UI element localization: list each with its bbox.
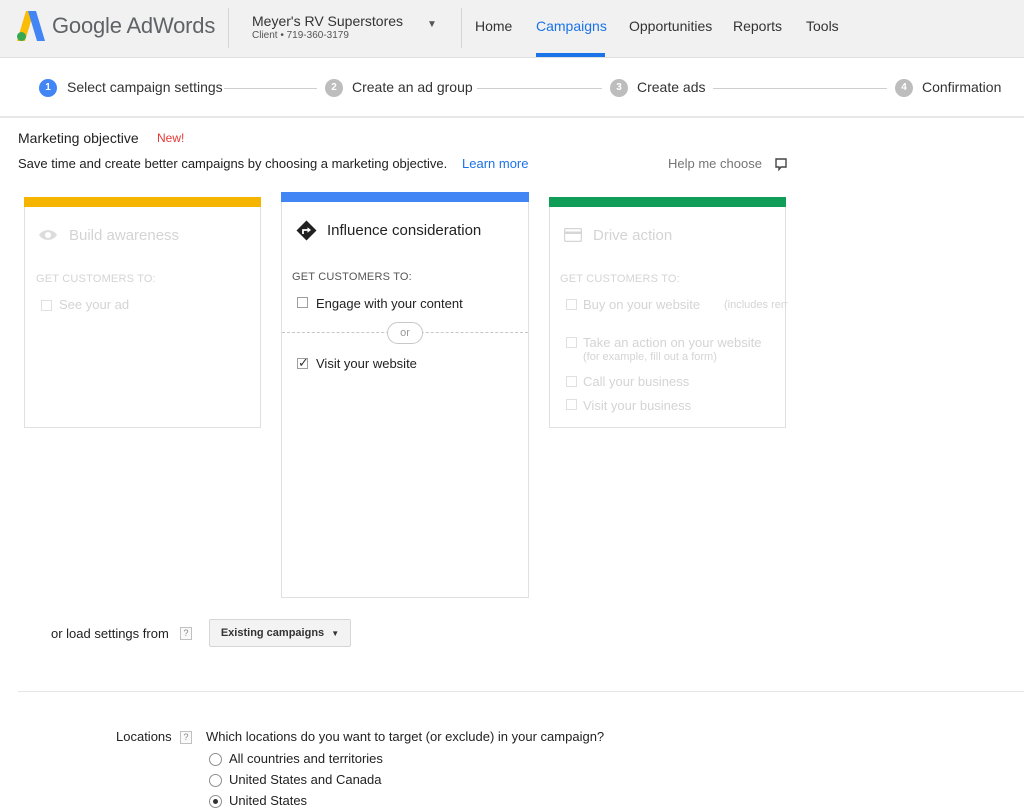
help-icon[interactable]: ?: [180, 627, 192, 640]
card-subtitle: GET CUSTOMERS TO:: [292, 271, 412, 283]
new-badge: New!: [157, 131, 185, 145]
card-color-bar: [549, 197, 786, 207]
card-influence-consideration[interactable]: Influence consideration GET CUSTOMERS TO…: [281, 192, 529, 598]
take-action-label: Take an action on your website: [583, 335, 762, 350]
buy-website-note: (includes remarketing): [724, 299, 788, 311]
step-2-number: 2: [325, 79, 343, 97]
step-4-number: 4: [895, 79, 913, 97]
section-title: Marketing objective: [18, 130, 139, 146]
locations-label: Locations: [116, 729, 172, 744]
step-1-number: 1: [39, 79, 57, 97]
credit-card-icon: [564, 228, 582, 242]
divider: [228, 8, 229, 48]
engage-content-label: Engage with your content: [316, 296, 463, 311]
card-title: Influence consideration: [327, 222, 482, 239]
buy-website-label: Buy on your website: [583, 297, 701, 312]
nav-campaigns[interactable]: Campaigns: [536, 18, 607, 34]
progress-stepper: 1 Select campaign settings 2 Create an a…: [0, 58, 1024, 118]
step-connector: [477, 88, 602, 89]
learn-more-link[interactable]: Learn more: [462, 156, 528, 171]
account-dropdown-icon[interactable]: ▼: [427, 19, 437, 30]
card-title: Drive action: [593, 227, 673, 244]
card-subtitle: GET CUSTOMERS TO:: [560, 273, 680, 285]
or-separator: or: [387, 322, 423, 344]
account-subtitle: Client • 719-360-3179: [252, 30, 349, 41]
call-business-checkbox[interactable]: [566, 376, 577, 387]
radio-us-canada-label: United States and Canada: [229, 772, 382, 787]
call-business-label: Call your business: [583, 374, 690, 389]
nav-tools[interactable]: Tools: [806, 18, 839, 34]
radio-all-countries[interactable]: [209, 753, 222, 766]
see-your-ad-checkbox[interactable]: [41, 300, 52, 311]
radio-united-states-label: United States: [229, 793, 308, 808]
see-your-ad-label: See your ad: [59, 297, 130, 312]
visit-business-label: Visit your business: [583, 398, 692, 413]
step-1-label: Select campaign settings: [67, 79, 223, 95]
nav-opportunities[interactable]: Opportunities: [629, 18, 712, 34]
section-description: Save time and create better campaigns by…: [18, 156, 448, 171]
account-name[interactable]: Meyer's RV Superstores: [252, 13, 403, 29]
take-action-note: (for example, fill out a form): [583, 351, 717, 363]
visit-website-checkbox[interactable]: [297, 355, 309, 371]
existing-campaigns-button[interactable]: Existing campaigns ▼: [209, 619, 351, 647]
brand-name: Google AdWords: [52, 13, 216, 38]
directions-icon: [296, 220, 317, 241]
visit-website-label: Visit your website: [316, 356, 417, 371]
card-color-bar: [281, 192, 529, 202]
step-3-number: 3: [610, 79, 628, 97]
engage-content-checkbox[interactable]: [297, 297, 308, 308]
section-divider: [18, 691, 1024, 692]
radio-united-states[interactable]: [209, 795, 222, 808]
adwords-logo-icon: [17, 11, 45, 41]
step-3-label: Create ads: [637, 79, 706, 95]
divider: [461, 8, 462, 48]
step-connector: [224, 88, 317, 89]
eye-icon: [39, 230, 57, 240]
card-drive-action[interactable]: Drive action GET CUSTOMERS TO: Buy on yo…: [549, 197, 788, 428]
take-action-checkbox[interactable]: [566, 337, 577, 348]
card-title: Build awareness: [69, 227, 180, 244]
card-color-bar: [24, 197, 261, 207]
nav-home[interactable]: Home: [475, 18, 512, 34]
nav-reports[interactable]: Reports: [733, 18, 782, 34]
locations-question: Which locations do you want to target (o…: [206, 729, 605, 744]
radio-all-countries-label: All countries and territories: [229, 751, 383, 766]
top-bar: Google AdWords Meyer's RV Superstores Cl…: [0, 0, 1024, 58]
step-4-label: Confirmation: [922, 79, 1002, 95]
buy-website-checkbox[interactable]: [566, 299, 577, 310]
visit-business-checkbox[interactable]: [566, 399, 577, 410]
load-settings-label: or load settings from: [51, 626, 169, 641]
help-icon[interactable]: ?: [180, 731, 192, 744]
chat-bubble-icon[interactable]: [774, 157, 788, 171]
radio-us-canada[interactable]: [209, 774, 222, 787]
step-2-label: Create an ad group: [352, 79, 473, 95]
existing-campaigns-label: Existing campaigns: [220, 627, 325, 639]
chevron-down-icon: ▼: [331, 629, 340, 638]
card-subtitle: GET CUSTOMERS TO:: [36, 273, 156, 285]
help-me-choose-link[interactable]: Help me choose: [668, 156, 762, 171]
card-build-awareness[interactable]: Build awareness GET CUSTOMERS TO: See yo…: [24, 197, 261, 428]
step-connector: [713, 88, 887, 89]
active-tab-indicator: [536, 53, 605, 57]
